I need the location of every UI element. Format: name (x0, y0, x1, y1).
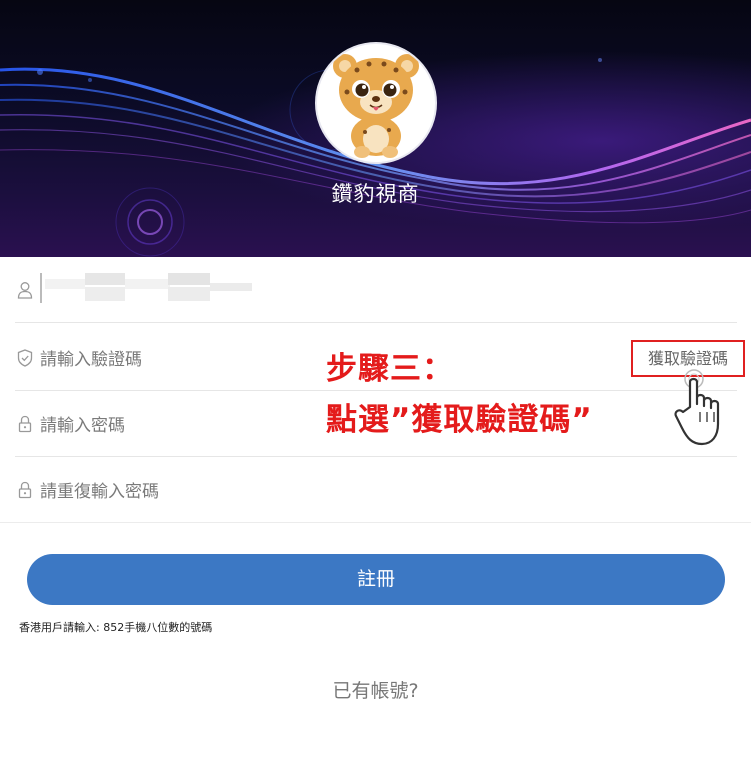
have-account-link[interactable]: 已有帳號? (0, 676, 751, 703)
lock-icon (18, 481, 32, 499)
header-banner: 鑽豹視商 (0, 0, 751, 257)
step-annotation-line1: 步驟三： (326, 351, 454, 387)
password-input[interactable]: 請輸入密碼 (40, 411, 125, 436)
avatar (315, 42, 437, 164)
password-repeat-row[interactable]: 請重復輸入密碼 (15, 457, 737, 523)
leopard-mascot-icon (333, 54, 419, 158)
shield-icon (17, 349, 33, 367)
step-annotation-line2: 點選”獲取驗證碼” (326, 402, 593, 438)
phone-field-masked[interactable] (40, 273, 252, 305)
hand-pointer-icon (674, 369, 720, 446)
form-divider (0, 522, 751, 523)
phone-row[interactable] (15, 257, 737, 323)
user-icon (17, 282, 33, 299)
register-button[interactable]: 註冊 (27, 554, 725, 605)
verification-code-input[interactable]: 請輸入驗證碼 (40, 345, 142, 370)
password-repeat-input[interactable]: 請重復輸入密碼 (40, 477, 159, 502)
hk-phone-hint: 香港用戶請輸入: 852手機八位數的號碼 (19, 621, 213, 634)
lock-icon (18, 415, 32, 433)
brand-title: 鑽豹視商 (331, 182, 420, 206)
